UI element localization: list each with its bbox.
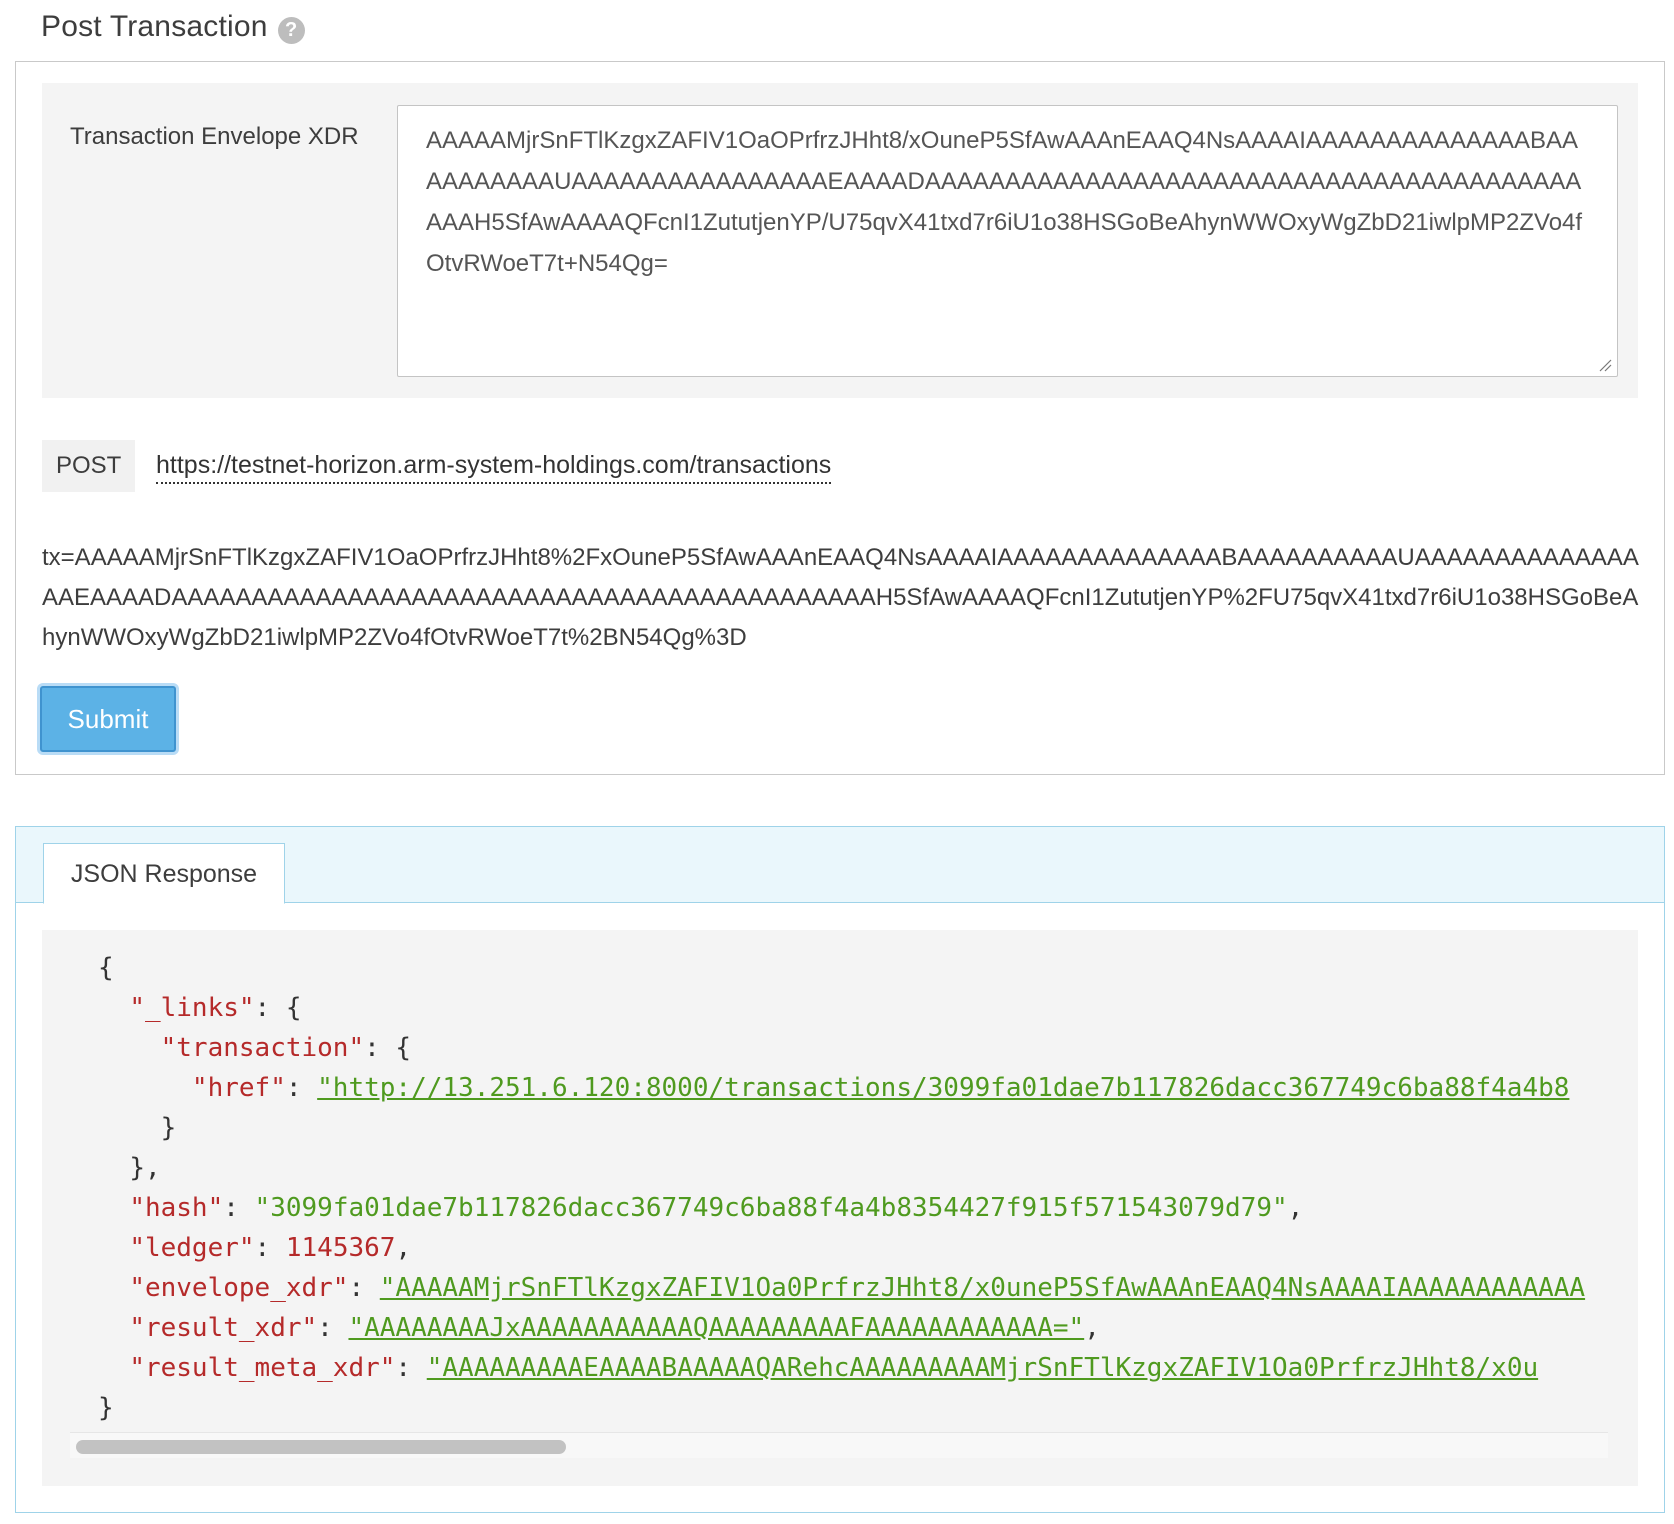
json-lines: { "_links": { "transaction": { "href": "…	[98, 948, 1585, 1428]
json-line: "result_xdr": "AAAAAAAAJxAAAAAAAAAAAQAAA…	[98, 1313, 1100, 1343]
envelope-xdr-label: Transaction Envelope XDR	[70, 123, 359, 150]
scrollbar-thumb[interactable]	[76, 1440, 566, 1454]
json-line: "href": "http://13.251.6.120:8000/transa…	[98, 1073, 1570, 1103]
json-value-href-link[interactable]: "http://13.251.6.120:8000/transactions/3…	[317, 1073, 1569, 1103]
json-punct: : {	[364, 1033, 412, 1063]
json-line: }	[98, 1393, 114, 1423]
json-punct: :	[348, 1273, 380, 1303]
json-punct: :	[317, 1313, 349, 1343]
horizontal-scrollbar[interactable]	[70, 1432, 1608, 1458]
json-line: }	[98, 1113, 177, 1143]
json-punct: }	[160, 1113, 177, 1143]
json-key-hash: "hash"	[129, 1193, 224, 1223]
json-punct: },	[129, 1153, 161, 1183]
json-response-panel: JSON Response { "_links": { "transaction…	[15, 826, 1665, 1513]
json-line: },	[98, 1153, 161, 1183]
json-punct: :	[395, 1353, 427, 1383]
json-punct: : {	[254, 993, 302, 1023]
json-key-result-meta-xdr: "result_meta_xdr"	[129, 1353, 396, 1383]
tab-json-response[interactable]: JSON Response	[43, 843, 285, 904]
json-key-envelope-xdr: "envelope_xdr"	[129, 1273, 349, 1303]
page-title: Post Transaction	[41, 10, 268, 43]
json-value-result-meta-xdr-link[interactable]: "AAAAAAAAAEAAAABAAAAAQARehcAAAAAAAAAMjrS…	[427, 1353, 1538, 1383]
help-icon[interactable]: ?	[277, 16, 305, 44]
json-line: "transaction": {	[98, 1033, 411, 1063]
json-punct: ,	[1287, 1193, 1304, 1223]
json-line: "ledger": 1145367,	[98, 1233, 411, 1263]
json-key-href: "href"	[191, 1073, 286, 1103]
json-scroll-area[interactable]: { "_links": { "transaction": { "href": "…	[70, 930, 1608, 1430]
json-line: "envelope_xdr": "AAAAAMjrSnFTlKzgxZAFIV1…	[98, 1273, 1585, 1303]
json-line: {	[98, 953, 114, 983]
json-line: "_links": {	[98, 993, 302, 1023]
json-punct: :	[285, 1073, 318, 1103]
submit-button[interactable]: Submit	[40, 686, 176, 752]
json-value-ledger: 1145367	[285, 1233, 396, 1263]
json-key-links: "_links"	[129, 993, 255, 1023]
json-line: "hash": "3099fa01dae7b117826dacc367749c6…	[98, 1193, 1303, 1223]
resize-grip-icon[interactable]	[1598, 358, 1612, 372]
http-method-badge: POST	[42, 440, 136, 492]
json-key-result-xdr: "result_xdr"	[129, 1313, 318, 1343]
post-transaction-panel: Transaction Envelope XDR AAAAAMjrSnFTlKz…	[15, 61, 1665, 775]
json-code-block: { "_links": { "transaction": { "href": "…	[42, 930, 1638, 1486]
json-value-result-xdr-link[interactable]: "AAAAAAAAJxAAAAAAAAAAAQAAAAAAAAAFAAAAAAA…	[348, 1313, 1084, 1343]
json-punct: {	[98, 953, 114, 983]
json-key-transaction: "transaction"	[160, 1033, 365, 1063]
endpoint-url-link[interactable]: https://testnet-horizon.arm-system-holdi…	[156, 448, 832, 484]
page-header: Post Transaction ?	[41, 10, 305, 44]
json-punct: }	[98, 1393, 114, 1423]
json-key-ledger: "ledger"	[129, 1233, 255, 1263]
json-punct: :	[223, 1193, 255, 1223]
json-value-envelope-xdr-link[interactable]: "AAAAAMjrSnFTlKzgxZAFIV1Oa0PrfrzJHht8/x0…	[380, 1273, 1585, 1303]
response-tab-strip: JSON Response	[16, 827, 1664, 904]
json-punct: :	[254, 1233, 286, 1263]
json-punct: ,	[1084, 1313, 1100, 1343]
json-line: "result_meta_xdr": "AAAAAAAAAEAAAABAAAAA…	[98, 1353, 1538, 1383]
json-value-hash: "3099fa01dae7b117826dacc367749c6ba88f4a4…	[254, 1193, 1288, 1223]
json-punct: ,	[395, 1233, 412, 1263]
envelope-xdr-section: Transaction Envelope XDR AAAAAMjrSnFTlKz…	[42, 83, 1638, 398]
request-body-text: tx=AAAAAMjrSnFTlKzgxZAFIV1OaOPrfrzJHht8%…	[42, 544, 1639, 651]
envelope-xdr-textarea[interactable]: AAAAAMjrSnFTlKzgxZAFIV1OaOPrfrzJHht8/xOu…	[397, 105, 1618, 377]
